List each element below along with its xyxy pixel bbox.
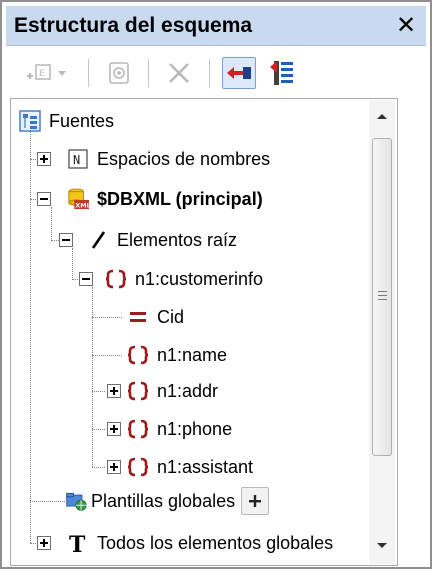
panel-title: Estructura del esquema [14, 14, 253, 37]
element-icon [105, 268, 127, 290]
plus-icon [249, 495, 262, 507]
tree-node-sources[interactable]: Fuentes [19, 103, 114, 139]
grip-line [378, 295, 387, 296]
tree-connector [92, 467, 105, 468]
tree-node-customerinfo[interactable]: n1:customerinfo [105, 261, 263, 297]
schema-tree: Fuentes N Espacios de nombres XM $DBXML … [10, 98, 398, 566]
tree-node-name[interactable]: n1:name [127, 337, 227, 373]
tree-node-namespaces[interactable]: N Espacios de nombres [67, 141, 270, 177]
type-t-icon: T [67, 532, 89, 554]
svg-text:E: E [39, 69, 45, 79]
expand-toggle[interactable] [37, 152, 51, 166]
tree-node-dbxml[interactable]: XML $DBXML (principal) [67, 181, 263, 217]
expand-toggle[interactable] [107, 422, 121, 436]
delete-icon [169, 63, 189, 83]
expand-toggle[interactable] [107, 460, 121, 474]
element-icon [127, 456, 149, 478]
toolbar: E [6, 50, 426, 96]
attribute-icon [127, 306, 149, 328]
tree-node-label: n1:phone [157, 418, 233, 439]
tree-node-label: Cid [157, 306, 185, 327]
sources-icon [19, 110, 41, 132]
vertical-scrollbar[interactable] [369, 100, 395, 564]
add-global-template-button[interactable] [241, 487, 270, 515]
scroll-down-button[interactable] [369, 532, 395, 560]
tree-node-assistant[interactable]: n1:assistant [127, 449, 253, 485]
grip-line [378, 291, 387, 292]
tree-node-label: Plantillas globales [91, 490, 236, 511]
arrow-up-icon [377, 114, 387, 119]
svg-text:XML: XML [75, 201, 89, 209]
tree-node-label: n1:customerinfo [135, 268, 264, 289]
arrow-down-icon [377, 543, 387, 548]
tree-connector [92, 287, 93, 467]
element-icon [127, 418, 149, 440]
toolbar-separator [209, 59, 210, 87]
tree-node-label: Fuentes [49, 110, 115, 131]
collapse-toggle[interactable] [59, 233, 73, 247]
grip-line [378, 299, 387, 300]
tree-node-global-templates[interactable]: Plantillas globales [65, 483, 270, 519]
scroll-up-button[interactable] [369, 102, 395, 130]
tree-node-label: n1:addr [157, 380, 219, 401]
tree-node-addr[interactable]: n1:addr [127, 373, 218, 409]
panel-title-bar: Estructura del esquema ✕ [6, 6, 426, 46]
schema-properties-button[interactable] [102, 57, 136, 89]
root-slash-icon [87, 229, 109, 251]
expand-toggle[interactable] [107, 384, 121, 398]
tree-connector [30, 501, 65, 502]
tree-node-label: Todos los elementos globales [97, 532, 334, 553]
tree-node-phone[interactable]: n1:phone [127, 411, 232, 447]
tree-connector [92, 429, 105, 430]
toolbar-separator [148, 59, 149, 87]
tree-node-root-elements[interactable]: Elementos raíz [87, 222, 237, 258]
add-element-button[interactable]: E [20, 57, 74, 89]
schema-properties-icon [109, 62, 129, 84]
show-tree-button[interactable] [222, 57, 256, 89]
xml-database-icon: XML [67, 188, 89, 210]
add-element-icon: E [27, 64, 66, 80]
tree-connector [92, 317, 122, 318]
tree-node-label: n1:name [157, 344, 228, 365]
toolbar-separator [88, 59, 89, 87]
show-tree-icon [227, 67, 251, 79]
tree-node-cid[interactable]: Cid [127, 299, 184, 335]
delete-button[interactable] [162, 57, 196, 89]
element-icon [127, 344, 149, 366]
close-button[interactable]: ✕ [392, 12, 420, 40]
collapse-toggle[interactable] [37, 192, 51, 206]
sort-icon [270, 61, 293, 85]
tree-node-label: Espacios de nombres [97, 148, 271, 169]
scroll-thumb[interactable] [372, 138, 392, 456]
expand-toggle[interactable] [37, 536, 51, 550]
collapse-toggle[interactable] [79, 272, 93, 286]
tree-connector [72, 248, 73, 280]
svg-text:N: N [73, 153, 80, 167]
global-templates-icon [65, 490, 87, 512]
element-icon [127, 380, 149, 402]
tree-node-all-globals[interactable]: T Todos los elementos globales [67, 525, 333, 561]
tree-connector [30, 131, 31, 543]
tree-node-label: $DBXML (principal) [97, 188, 263, 209]
tree-node-label: n1:assistant [157, 456, 254, 477]
tree-connector [51, 207, 52, 241]
tree-connector [92, 355, 122, 356]
svg-text:T: T [69, 532, 86, 554]
tree-connector [92, 391, 105, 392]
tree-node-label: Elementos raíz [117, 229, 238, 250]
sort-button[interactable] [266, 57, 300, 89]
schema-tree-panel: Estructura del esquema ✕ E Fuentes N Esp… [0, 0, 432, 569]
namespace-icon: N [67, 148, 89, 170]
